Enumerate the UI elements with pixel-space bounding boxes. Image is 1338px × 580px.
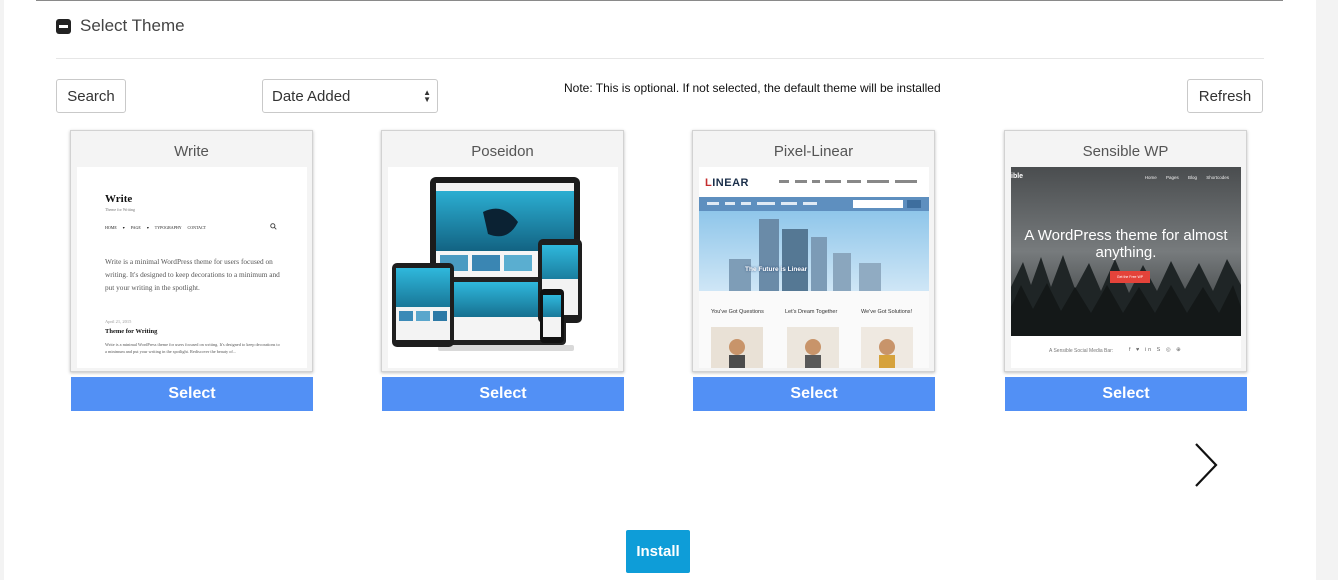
theme-card-poseidon[interactable]: Poseidon: [381, 130, 624, 372]
responsive-devices-image: [392, 177, 582, 351]
preview-logo-text: INEAR: [712, 177, 749, 189]
top-divider: [36, 0, 1283, 1]
section-title: Select Theme: [80, 16, 185, 35]
preview-tagline: Theme for Writing: [105, 207, 135, 212]
theme-thumbnail-pixel-linear[interactable]: LINEAR The Future is Linear You've Got Q…: [699, 167, 929, 368]
sort-selected-value: Date Added: [272, 87, 351, 105]
preview-cta-button: Get the Free WP: [1110, 271, 1150, 283]
theme-thumbnail-write[interactable]: Write Theme for Writing HOME ▾ PAGE ▾ TY…: [77, 167, 307, 368]
minus-square-icon[interactable]: [56, 18, 71, 34]
select-button-pixel-linear[interactable]: Select: [693, 377, 935, 411]
select-arrows-icon: ▲ ▼: [423, 88, 431, 104]
install-button[interactable]: Install: [626, 530, 690, 573]
preview-hero-caption: The Future is Linear: [745, 266, 808, 273]
chevron-right-icon[interactable]: [1192, 442, 1220, 488]
forest-hero-image: [1011, 167, 1241, 368]
select-button-poseidon[interactable]: Select: [382, 377, 624, 411]
theme-card-write[interactable]: Write Write Theme for Writing HOME ▾ PAG…: [70, 130, 313, 372]
refresh-button[interactable]: Refresh: [1187, 79, 1263, 113]
theme-thumbnail-poseidon[interactable]: [388, 167, 618, 368]
theme-name: Pixel-Linear: [773, 143, 854, 160]
theme-name: Write: [174, 143, 209, 160]
header-divider: [56, 58, 1264, 59]
select-button-sensible-wp[interactable]: Select: [1005, 377, 1247, 411]
preview-site-title: Write: [105, 193, 133, 205]
theme-card-pixel-linear[interactable]: Pixel-Linear LINEAR The Future is Linear…: [692, 130, 935, 372]
preview-column-heading: Let's Dream Together: [785, 309, 838, 315]
preview-column-heading: You've Got Questions: [711, 309, 764, 315]
preview-intro: Write is a minimal WordPress theme for u…: [105, 257, 280, 292]
preview-nav: HOME ▾ PAGE ▾ TYPOGRAPHY CONTACT: [105, 225, 207, 230]
search-icon: [270, 223, 277, 232]
preview-column-heading: We've Got Solutions!: [861, 309, 913, 315]
preview-social-icons: f ♥ in S ◎ ⊕: [1129, 347, 1183, 353]
theme-thumbnail-sensible-wp[interactable]: ible Home Pages Blog Shortcodes A WordPr…: [1011, 167, 1241, 368]
preview-brand: ible: [1011, 173, 1024, 180]
select-button-write[interactable]: Select: [71, 377, 313, 411]
preview-post-date: April 21, 2015: [105, 319, 132, 324]
section-header: Select Theme: [56, 16, 185, 36]
theme-name: Poseidon: [471, 143, 534, 160]
preview-headline: A WordPress theme for almost anything.: [1024, 227, 1228, 261]
optional-note: Note: This is optional. If not selected,…: [564, 81, 941, 95]
theme-name: Sensible WP: [1082, 143, 1169, 160]
theme-card-sensible-wp[interactable]: Sensible WP ible Home Pages Blog Shortco…: [1004, 130, 1247, 372]
preview-logo: LINEAR: [705, 177, 749, 189]
preview-footer-text: A Sensible Social Media Bar:: [1049, 348, 1114, 354]
search-button[interactable]: Search: [56, 79, 126, 113]
sort-select[interactable]: Date Added ▲ ▼: [262, 79, 438, 113]
preview-nav: Home Pages Blog Shortcodes: [1144, 175, 1229, 180]
preview-post-excerpt: Write is a minimal WordPress theme for u…: [105, 342, 280, 354]
pixel-linear-preview-image: [699, 167, 929, 368]
preview-post-title: Theme for Writing: [105, 328, 158, 335]
